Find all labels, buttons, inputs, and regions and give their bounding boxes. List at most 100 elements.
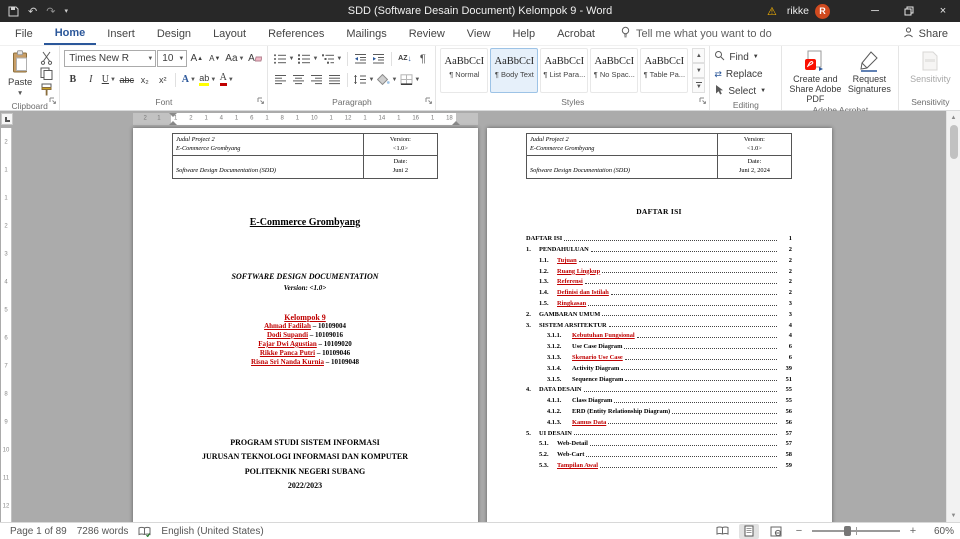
vertical-scrollbar[interactable]: ▲ ▼ (946, 111, 960, 522)
toc-entry[interactable]: 4.1.2. ERD (Entity Relationship Diagram) 5… (526, 404, 792, 415)
font-family-dropdown-icon[interactable]: ▼ (144, 56, 153, 62)
word-count[interactable]: 7286 words (77, 526, 129, 537)
font-size-dropdown-icon[interactable]: ▼ (175, 56, 184, 62)
numbering-button[interactable]: ▼ (296, 51, 319, 66)
styles-more-button[interactable]: ▼ (692, 78, 706, 93)
create-share-pdf-button[interactable]: Create and Share Adobe PDF (786, 48, 844, 104)
shading-button[interactable]: ▼ (376, 72, 398, 87)
copy-button[interactable] (38, 66, 55, 81)
ribbon-tab-layout[interactable]: Layout (202, 22, 257, 45)
font-family-combo[interactable]: Times New R ▼ (64, 50, 157, 67)
toc-entry[interactable]: 3.1.4. Activity Diagram 39 (526, 361, 792, 372)
page-1[interactable]: Judul Project 2 E-Commerce Grombyang Ver… (133, 128, 478, 522)
ribbon-tab-help[interactable]: Help (501, 22, 546, 45)
align-center-button[interactable] (290, 72, 307, 87)
toc-entry[interactable]: 3.1.1. Kebutuhan Fungsional 4 (526, 329, 792, 339)
cut-button[interactable] (38, 50, 55, 65)
style-card[interactable]: AaBbCcI ¶ List Para... (540, 48, 589, 93)
web-layout-button[interactable] (766, 524, 786, 539)
redo-icon[interactable]: ↷ (46, 5, 55, 18)
share-button[interactable]: Share (903, 26, 948, 41)
ribbon-tab-mailings[interactable]: Mailings (335, 22, 397, 45)
scroll-down-arrow-icon[interactable]: ▼ (947, 509, 960, 522)
close-button[interactable]: × (926, 0, 960, 22)
select-dropdown-icon[interactable]: ▼ (760, 88, 766, 94)
sort-button[interactable]: AZ ↓ (396, 51, 413, 66)
ribbon-tab-design[interactable]: Design (146, 22, 202, 45)
style-card[interactable]: AaBbCcI ¶ Body Text (490, 48, 539, 93)
replace-button[interactable]: ⇄ Replace (714, 66, 777, 82)
tell-me-box[interactable]: Tell me what you want to do (620, 26, 772, 41)
undo-icon[interactable]: ↶ (28, 5, 37, 18)
toc-entry[interactable]: 1.3. Referensi 2 (526, 275, 792, 285)
account-avatar[interactable]: R (815, 3, 830, 19)
toc-entry[interactable]: 3. SISTEM ARSITEKTUR 4 (526, 318, 792, 329)
toc-entry[interactable]: 1.5. Ringkasan 3 (526, 296, 792, 307)
ribbon-tab-acrobat[interactable]: Acrobat (546, 22, 606, 45)
scroll-up-arrow-icon[interactable]: ▲ (947, 111, 960, 124)
language-indicator[interactable]: English (United States) (161, 526, 263, 537)
hanging-indent-marker[interactable] (169, 121, 177, 125)
ribbon-tab-home[interactable]: Home (43, 22, 97, 45)
toc-entry[interactable]: 5.3. Tampilan Awal 59 (526, 458, 792, 469)
toc-entry[interactable]: 3.1.3. Skenario Use Case 6 (526, 350, 792, 361)
multilevel-list-button[interactable]: ▼ (320, 51, 343, 66)
restore-button[interactable] (892, 0, 926, 22)
bullets-button[interactable]: ▼ (272, 51, 295, 66)
toc-entry[interactable]: 5.2. Web-Cart 58 (526, 447, 792, 458)
justify-button[interactable] (326, 72, 343, 87)
toc-entry[interactable]: 3.1.2. Use Case Diagram 6 (526, 339, 792, 350)
clipboard-dialog-launcher[interactable] (49, 96, 57, 108)
change-case-button[interactable]: Aa ▼ (224, 51, 245, 66)
account-name[interactable]: rikke (787, 5, 809, 17)
strikethrough-button[interactable]: abc (118, 72, 135, 87)
toc-entry[interactable]: 5.1. Web-Detail 57 (526, 437, 792, 447)
zoom-slider[interactable] (812, 526, 900, 536)
underline-button[interactable]: U ▼ (100, 72, 117, 87)
save-button[interactable] (8, 6, 19, 17)
minimize-button[interactable]: ─ (858, 0, 892, 22)
proofing-status[interactable] (138, 526, 151, 537)
toc-entry[interactable]: 1.1. Tujuan 2 (526, 253, 792, 264)
right-indent-marker[interactable] (452, 121, 460, 125)
styles-dialog-launcher[interactable] (699, 96, 707, 108)
ribbon-tab-insert[interactable]: Insert (96, 22, 146, 45)
find-button[interactable]: Find ▼ (714, 49, 777, 65)
toc-entry[interactable]: 1.4. Definisi dan Istilah 2 (526, 285, 792, 296)
format-painter-button[interactable] (38, 82, 55, 97)
font-size-combo[interactable]: 10 ▼ (157, 50, 188, 67)
toc-entry[interactable]: 4. DATA DESAIN 55 (526, 383, 792, 393)
subscript-button[interactable]: x₂ (136, 72, 153, 87)
toc-entry[interactable]: 5. UI DESAIN 57 (526, 426, 792, 437)
page-2[interactable]: Judul Project 2 E-Commerce Grombyang Ver… (487, 128, 832, 522)
horizontal-ruler[interactable]: 21 1 2 1 4 1 6 1 8 1 10 1 12 1 14 1 16 1 18 (133, 113, 478, 125)
toc-entry[interactable]: DAFTAR ISI 1 (526, 232, 792, 242)
toc-entry[interactable]: 2. GAMBARAN UMUM 3 (526, 307, 792, 318)
font-color-button[interactable]: A ▼ (218, 72, 235, 87)
read-mode-button[interactable] (712, 524, 732, 539)
style-card[interactable]: AaBbCcI ¶ No Spac... (590, 48, 639, 93)
paragraph-dialog-launcher[interactable] (425, 96, 433, 108)
borders-button[interactable]: ▼ (399, 72, 421, 87)
scrollbar-thumb[interactable] (949, 125, 958, 159)
zoom-out-button[interactable]: − (793, 525, 805, 537)
ribbon-tab-file[interactable]: File (4, 22, 44, 45)
styles-scroll-up-button[interactable]: ▲ (692, 48, 706, 63)
shrink-font-button[interactable]: A ▼ (206, 51, 223, 66)
highlight-color-button[interactable]: ab ▼ (198, 72, 217, 87)
ribbon-tab-references[interactable]: References (257, 22, 335, 45)
zoom-in-button[interactable]: + (907, 525, 919, 537)
find-dropdown-icon[interactable]: ▼ (753, 54, 759, 60)
font-dialog-launcher[interactable] (257, 96, 265, 108)
print-layout-button[interactable] (739, 523, 759, 539)
request-signatures-button[interactable]: Request Signatures (844, 48, 894, 104)
line-spacing-button[interactable]: ▼ (352, 72, 375, 87)
show-paragraph-marks-button[interactable]: ¶ (414, 51, 431, 66)
toc-entry[interactable]: 4.1.1. Class Diagram 55 (526, 393, 792, 404)
align-right-button[interactable] (308, 72, 325, 87)
page-indicator[interactable]: Page 1 of 89 (10, 526, 67, 537)
clear-formatting-button[interactable]: A (246, 51, 263, 66)
ribbon-tab-view[interactable]: View (456, 22, 502, 45)
select-button[interactable]: Select ▼ (714, 83, 777, 99)
style-card[interactable]: AaBbCcI ¶ Normal (440, 48, 489, 93)
